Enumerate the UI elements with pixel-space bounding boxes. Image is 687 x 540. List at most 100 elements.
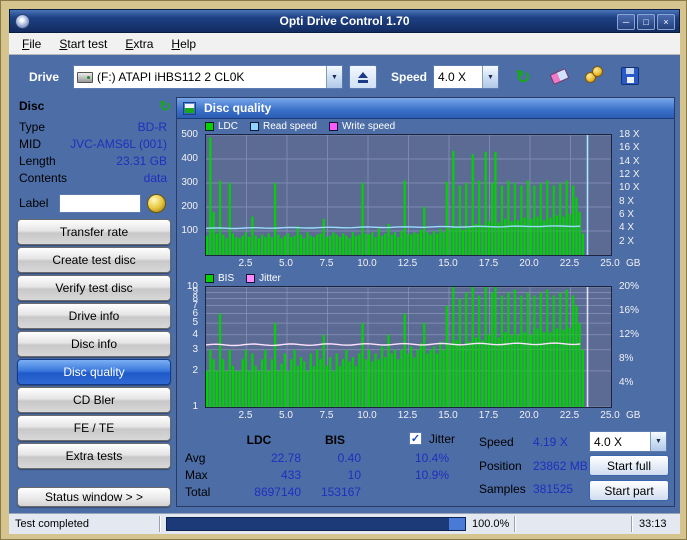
eraser-icon[interactable]: [549, 65, 573, 89]
disc-label-input[interactable]: [59, 193, 141, 213]
speed-select-value: 4.0 X: [438, 70, 467, 84]
drive-select[interactable]: (F:) ATAPI iHBS112 2 CL0K ▼: [73, 65, 343, 89]
statusbar: Test completed 100.0% 33:13: [9, 513, 680, 534]
axis-tick-label: 1: [192, 401, 198, 412]
drive-select-arrow-icon[interactable]: ▼: [326, 66, 342, 88]
menu-item-extra[interactable]: Extra: [116, 34, 162, 54]
max-jitter-value: 10.9%: [415, 468, 450, 482]
axis-tick-label: GB: [626, 258, 641, 269]
axis-tick-label: 10 X: [619, 182, 640, 194]
stats-row-total: Total 8697140 153167: [9, 485, 680, 500]
menu-item-file[interactable]: File: [13, 34, 50, 54]
coins-icon[interactable]: [583, 63, 607, 87]
position-value: 23862 MB: [533, 459, 588, 473]
axis-tick-label: 22.5: [559, 258, 580, 269]
axis-tick-label: 18 X: [619, 129, 640, 140]
result-speed-arrow-icon[interactable]: ▼: [650, 432, 666, 451]
statusbar-divider: [159, 516, 161, 532]
status-text: Test completed: [15, 518, 89, 530]
axis-tick-label: 8 X: [619, 195, 635, 207]
legend-swatch: [205, 273, 214, 283]
disc-refresh-icon[interactable]: ↻: [159, 98, 171, 115]
axis-tick-label: 16%: [619, 305, 640, 316]
stats-row-label: Avg: [185, 451, 206, 465]
disc-label-row: Label: [19, 193, 171, 213]
bis-chart-left-axis: 10 9 8 7 6 5 4 3 2 1: [159, 282, 201, 412]
menu-item-help[interactable]: Help: [162, 34, 205, 54]
avg-ldc-value: 22.78: [270, 451, 301, 465]
speed-result-value: 4.19 X: [533, 435, 568, 449]
axis-tick-label: 15.0: [438, 258, 458, 269]
ldc-chart-legend: LDC Read speed Write speed: [205, 120, 395, 132]
eject-button[interactable]: [349, 65, 377, 89]
total-bis-value: 153167: [320, 485, 361, 499]
axis-tick-label: 200: [181, 201, 198, 212]
max-bis-value: 10: [347, 468, 361, 482]
legend-label: Jitter: [259, 272, 281, 284]
sidebar-button-cd-bler[interactable]: CD Bler: [17, 387, 171, 413]
sidebar-button-drive-info[interactable]: Drive info: [17, 303, 171, 329]
axis-tick-label: 12%: [619, 329, 640, 340]
jitter-checkbox[interactable]: ✓: [409, 432, 422, 445]
axis-tick-label: 5: [192, 317, 198, 329]
start-full-button[interactable]: Start full: [589, 455, 669, 476]
axis-tick-label: 15.0: [438, 410, 458, 421]
drive-label: Drive: [29, 70, 60, 84]
samples-label: Samples: [479, 482, 526, 496]
disc-section-header: Disc ↻: [19, 97, 171, 115]
axis-tick-label: 5.0: [279, 258, 293, 269]
start-part-button[interactable]: Start part: [589, 480, 669, 501]
axis-tick-label: 20%: [619, 281, 640, 292]
minimize-button[interactable]: ─: [617, 14, 635, 30]
speed-select-arrow-icon[interactable]: ▼: [482, 66, 498, 88]
sidebar-button-transfer-rate[interactable]: Transfer rate: [17, 219, 171, 245]
info-value: JVC-AMS6L (001): [70, 137, 167, 151]
statusbar-divider: [514, 516, 516, 532]
progress-bar: [166, 517, 466, 531]
axis-tick-label: 8%: [619, 353, 634, 364]
axis-tick-label: 2.5: [238, 410, 253, 421]
drive-icon: [77, 71, 93, 83]
legend-label: Read speed: [263, 120, 317, 132]
sidebar-buttons: Transfer rate Create test disc Verify test…: [17, 219, 171, 471]
max-ldc-value: 433: [280, 468, 301, 482]
legend-label: LDC: [218, 120, 239, 132]
axis-tick-label: 20.0: [519, 258, 539, 269]
legend-label: Write speed: [341, 120, 396, 132]
bis-chart-x-axis: 2.5 5.0 7.5 10.0 12.5 15.0 17.5 20.0 22.5 25.0 GB: [205, 411, 665, 423]
save-icon[interactable]: [619, 65, 643, 89]
menu-item-start-test[interactable]: Start test: [50, 34, 116, 54]
axis-tick-label: 12.5: [397, 258, 418, 269]
legend-swatch: [205, 121, 214, 131]
axis-tick-label: 10.0: [357, 258, 377, 269]
sidebar-button-disc-info[interactable]: Disc info: [17, 331, 171, 357]
axis-tick-label: 17.5: [478, 410, 499, 421]
stats-row-label: Total: [185, 485, 211, 499]
maximize-button[interactable]: □: [637, 14, 655, 30]
stats-row-label: Max: [185, 468, 208, 482]
speed-label: Speed: [391, 70, 428, 84]
sidebar-button-disc-quality[interactable]: Disc quality: [17, 359, 171, 385]
ldc-chart: [205, 134, 612, 256]
sidebar-button-create-test-disc[interactable]: Create test disc: [17, 247, 171, 273]
disc-info-row-mid: MID JVC-AMS6L (001): [19, 136, 167, 153]
window-controls: ─ □ ×: [617, 14, 675, 30]
sidebar-button-fe-te[interactable]: FE / TE: [17, 415, 171, 441]
axis-tick-label: 500: [181, 129, 198, 140]
axis-tick-label: 2.5: [238, 258, 253, 269]
position-label: Position: [479, 459, 522, 473]
bis-chart-svg: [205, 286, 611, 408]
statusbar-divider: [631, 516, 633, 532]
refresh-icon[interactable]: ↻: [511, 65, 535, 89]
axis-tick-label: 17.5: [478, 258, 499, 269]
speed-select[interactable]: 4.0 X ▼: [433, 65, 499, 89]
axis-tick-label: 12 X: [619, 169, 640, 180]
axis-tick-label: 7.5: [319, 410, 334, 421]
window-frame: Opti Drive Control 1.70 ─ □ × File Start …: [0, 0, 687, 540]
close-button[interactable]: ×: [657, 14, 675, 30]
sidebar-button-verify-test-disc[interactable]: Verify test disc: [17, 275, 171, 301]
disc-info-row-type: Type BD-R: [19, 119, 167, 136]
info-label: MID: [19, 137, 41, 151]
axis-tick-label: 22.5: [559, 410, 580, 421]
result-speed-select[interactable]: 4.0 X ▼: [589, 431, 667, 452]
